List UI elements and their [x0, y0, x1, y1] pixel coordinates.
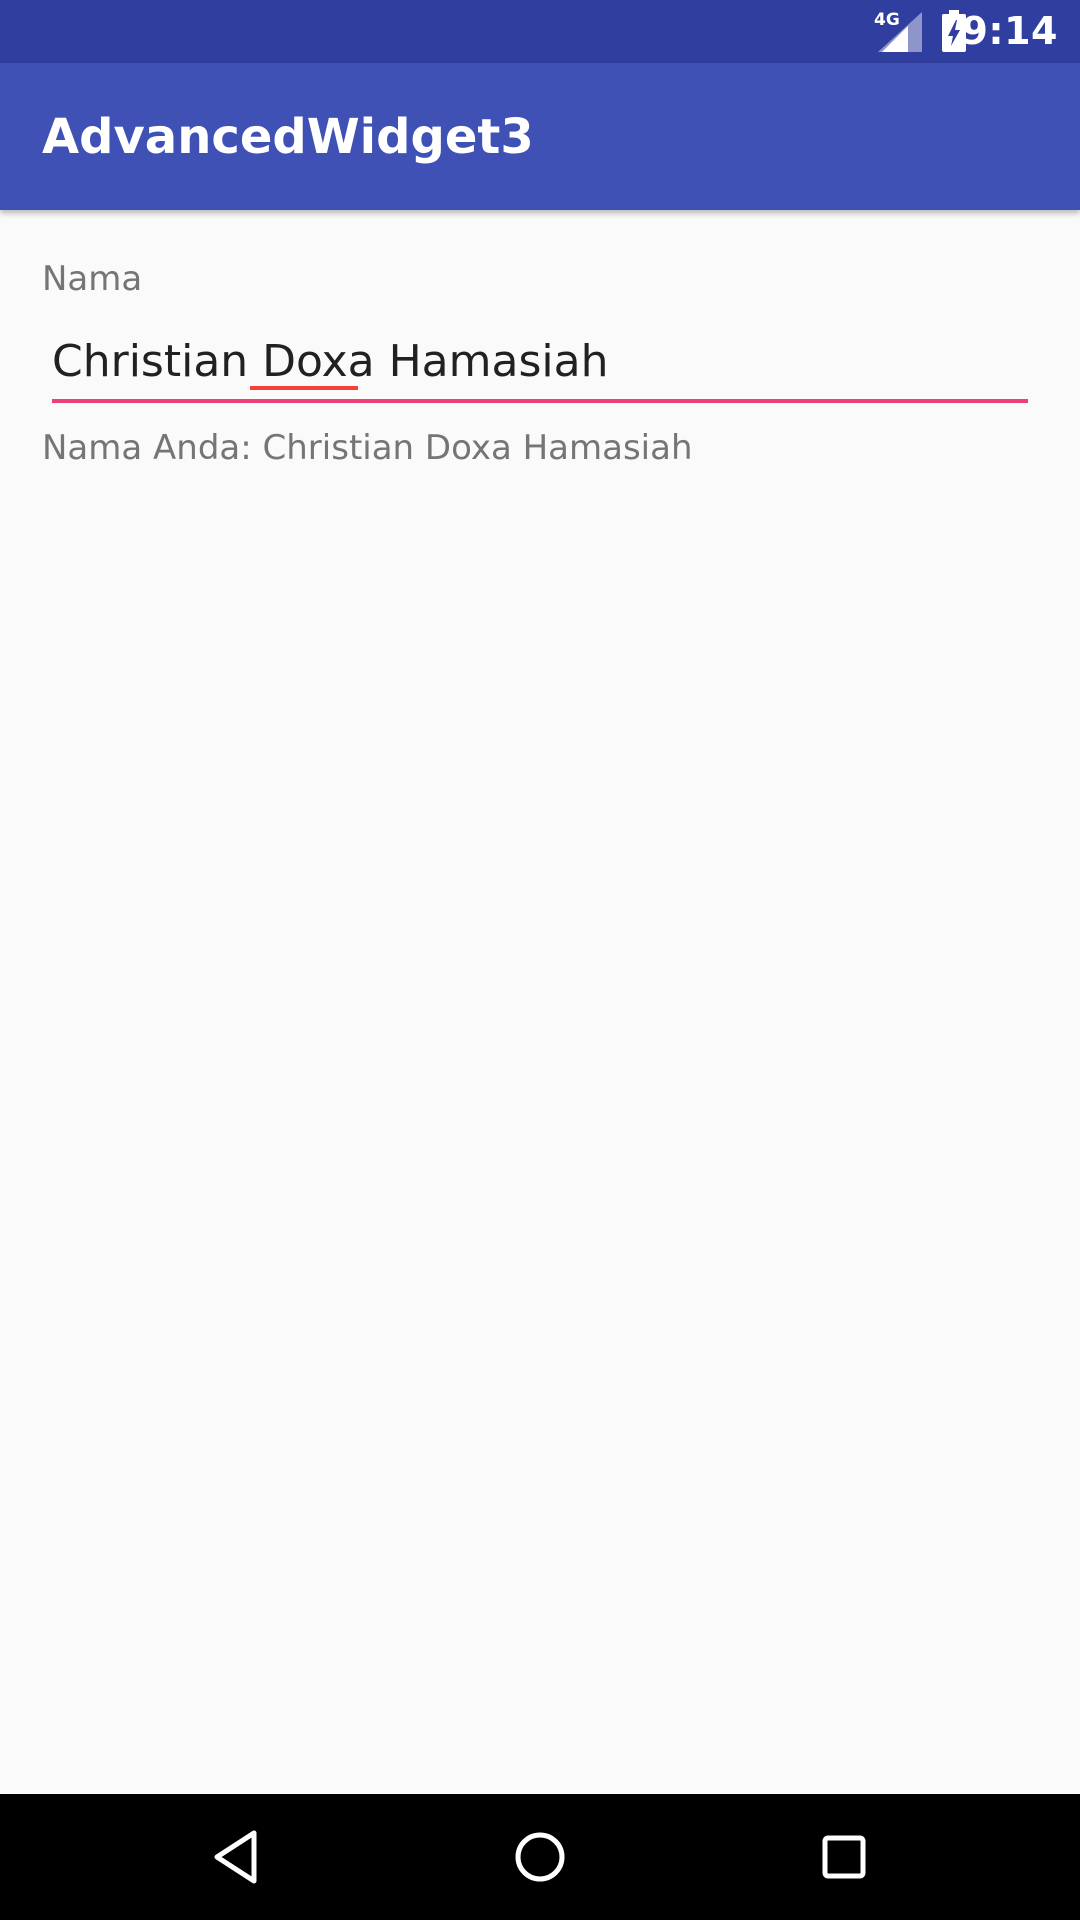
name-field-label: Nama — [42, 259, 143, 299]
name-input-container — [52, 328, 1028, 403]
status-bar: 4G 9:14 — [0, 0, 1080, 63]
app-title: AdvancedWidget3 — [42, 109, 534, 165]
back-button[interactable] — [196, 1817, 276, 1897]
back-icon — [214, 1830, 257, 1884]
home-icon — [515, 1832, 565, 1882]
signal-icon — [878, 12, 922, 52]
signal-indicator: 4G — [874, 10, 922, 52]
name-output-text: Nama Anda: Christian Doxa Hamasiah — [42, 428, 693, 468]
app-bar: AdvancedWidget3 — [0, 63, 1080, 210]
spellcheck-underline — [250, 386, 358, 390]
name-input[interactable] — [52, 328, 1028, 396]
status-clock: 9:14 — [961, 9, 1058, 53]
home-button[interactable] — [500, 1817, 580, 1897]
navigation-bar — [0, 1794, 1080, 1920]
recents-icon — [822, 1835, 866, 1879]
recents-button[interactable] — [804, 1817, 884, 1897]
input-focus-underline — [52, 399, 1028, 403]
